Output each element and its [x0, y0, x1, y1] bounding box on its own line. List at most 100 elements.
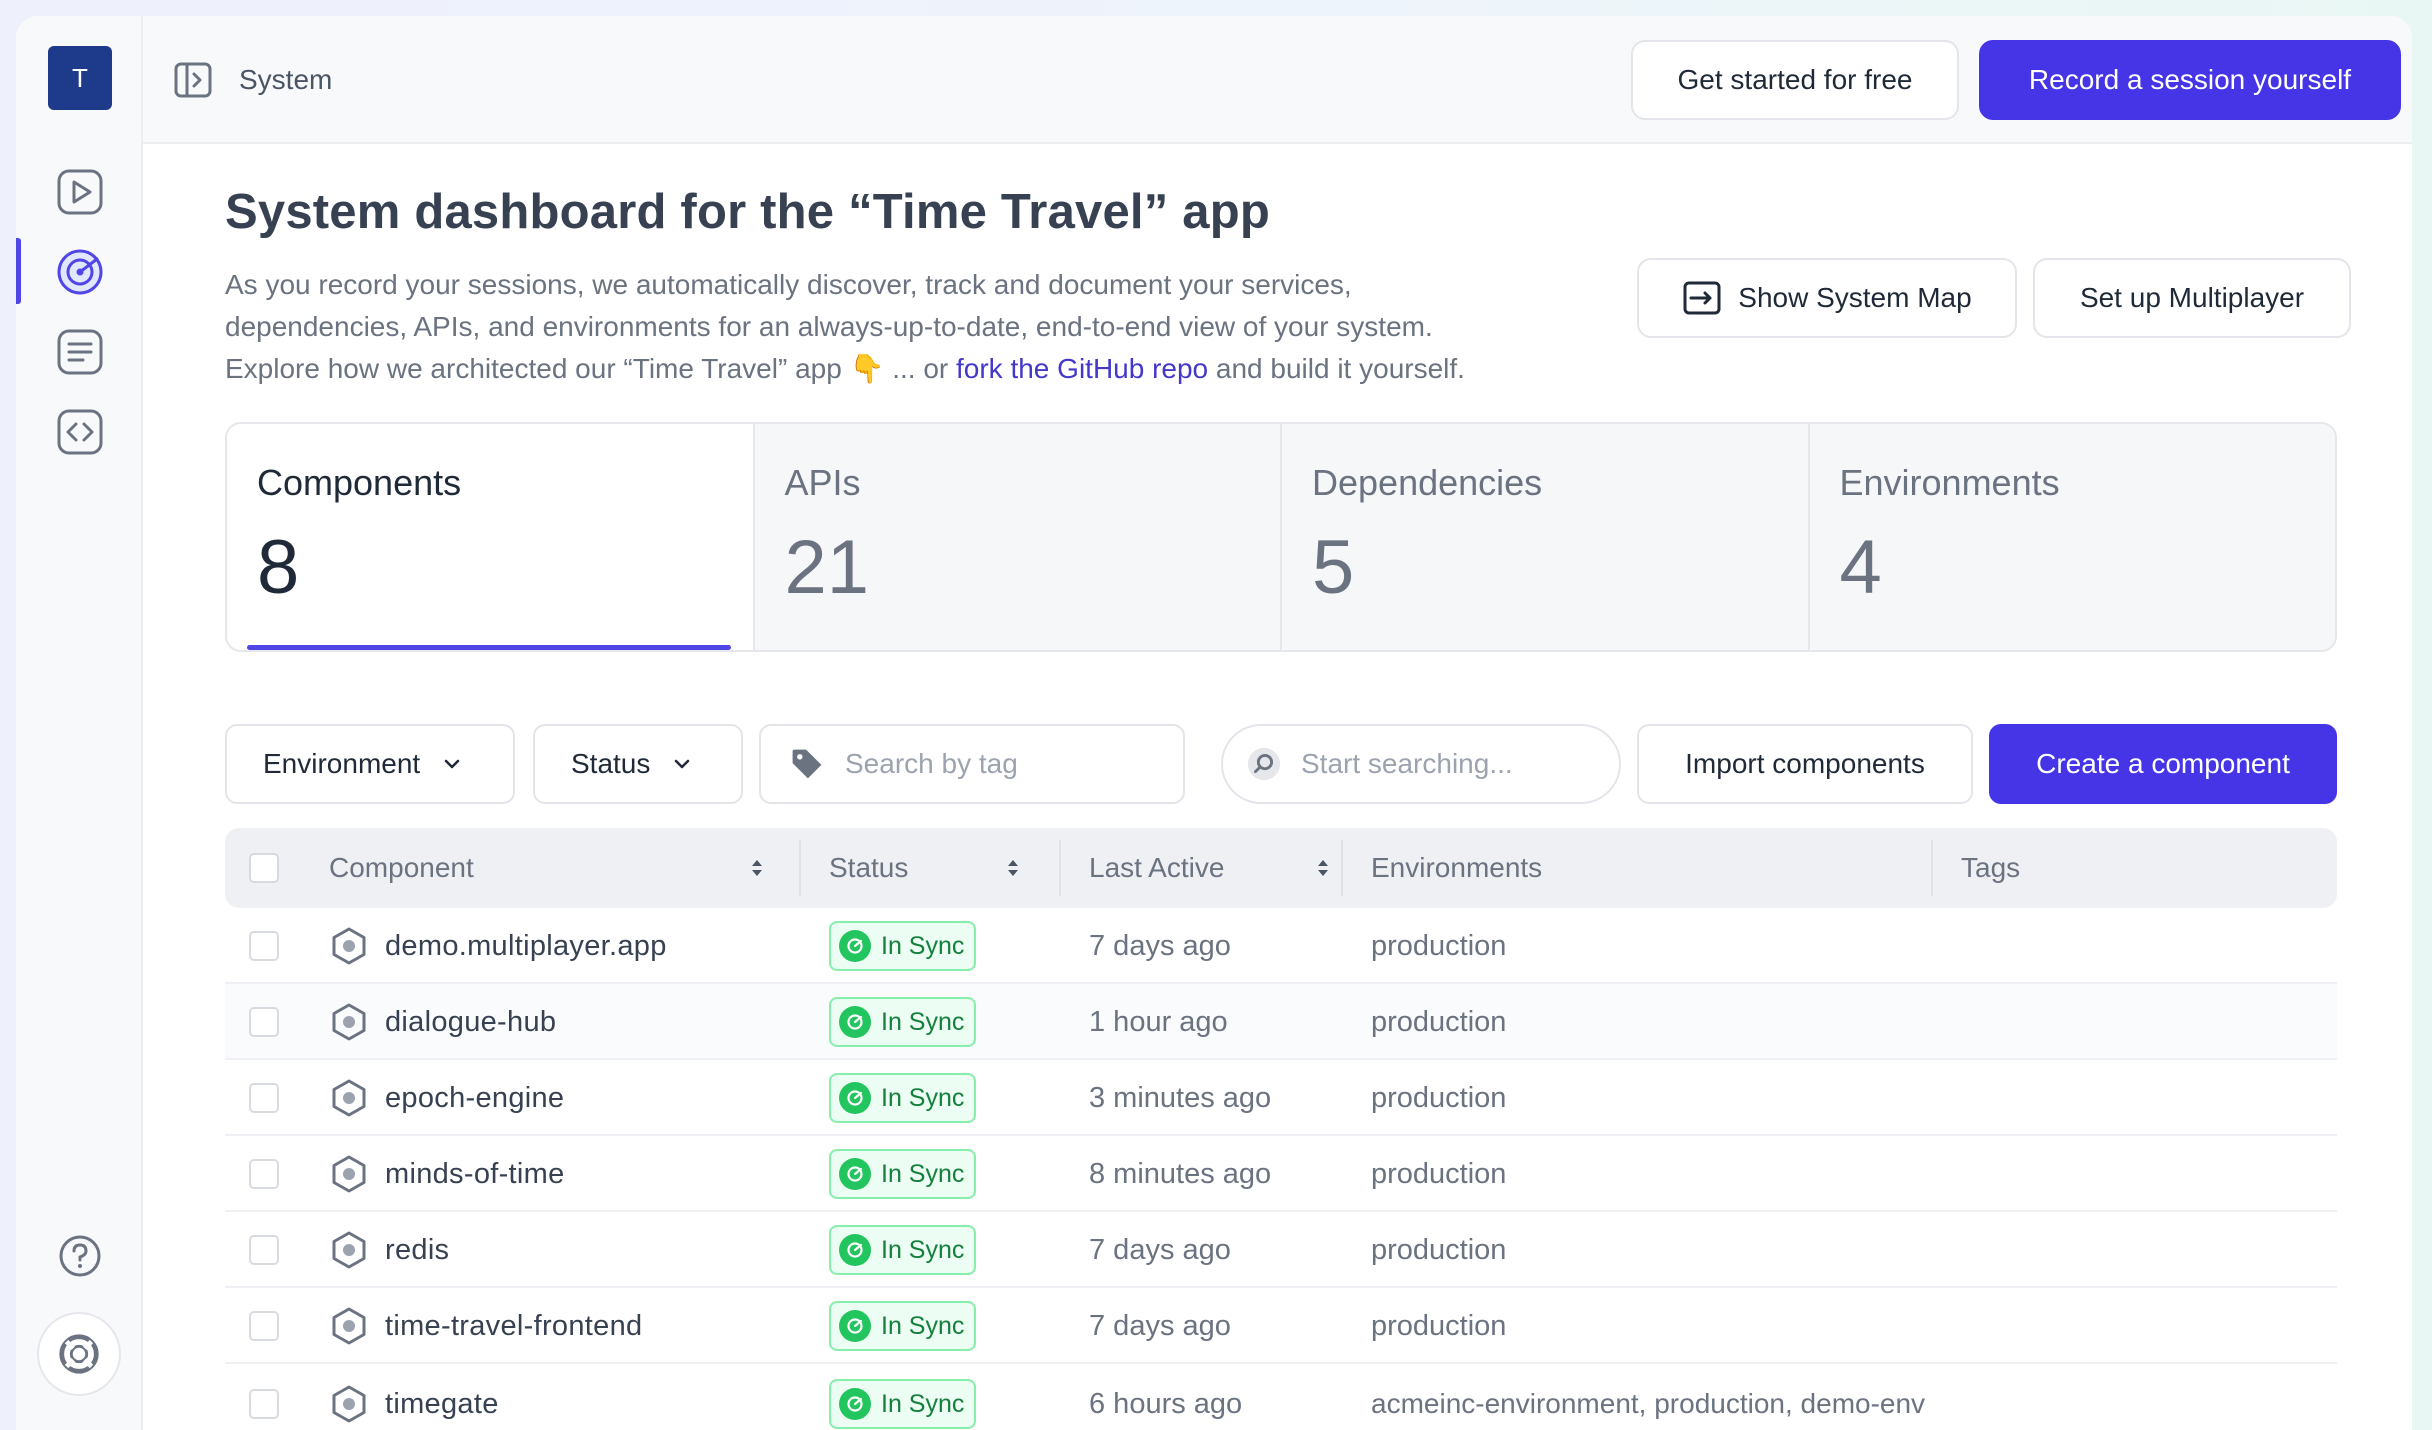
- sidebar-item-help[interactable]: [54, 1230, 106, 1282]
- sort-icon: [752, 860, 762, 876]
- component-name[interactable]: demo.multiplayer.app: [385, 930, 667, 963]
- row-checkbox[interactable]: [249, 1083, 279, 1113]
- environments: acmeinc-environment, production, demo-en…: [1371, 1388, 1926, 1419]
- component-icon: [332, 1079, 366, 1117]
- last-active: 7 days ago: [1089, 1233, 1231, 1266]
- column-tags: Tags: [1961, 852, 2021, 883]
- last-active: 7 days ago: [1089, 1309, 1231, 1342]
- sidebar-item-code[interactable]: [54, 406, 106, 458]
- component-icon: [332, 1307, 366, 1345]
- component-cell[interactable]: time-travel-frontend: [329, 1288, 642, 1364]
- table-header: Component Status Last Active Environment…: [225, 828, 2337, 908]
- component-cell[interactable]: epoch-engine: [329, 1060, 564, 1136]
- component-icon: [332, 1155, 366, 1193]
- last-active: 6 hours ago: [1089, 1387, 1243, 1420]
- select-all-checkbox[interactable]: [249, 853, 279, 883]
- component-name[interactable]: redis: [385, 1234, 449, 1267]
- row-checkbox[interactable]: [249, 1311, 279, 1341]
- sync-icon: [839, 1388, 871, 1420]
- sidebar-item-sessions[interactable]: [54, 166, 106, 218]
- last-active: 7 days ago: [1089, 929, 1231, 962]
- breadcrumb: System: [239, 64, 333, 95]
- tab-dependencies[interactable]: Dependencies 5: [1280, 424, 1808, 650]
- component-name[interactable]: epoch-engine: [385, 1082, 564, 1115]
- workspace-avatar[interactable]: T: [48, 46, 112, 110]
- tag-search-input[interactable]: Search by tag: [759, 724, 1185, 804]
- components-table: Component Status Last Active Environment…: [225, 828, 2337, 1430]
- search-icon: [1247, 747, 1281, 781]
- component-icon: [332, 927, 366, 965]
- status-badge: In Sync: [829, 997, 977, 1047]
- environment-dropdown[interactable]: Environment: [225, 724, 515, 804]
- environments: production: [1371, 1081, 1507, 1114]
- tab-apis[interactable]: APIs 21: [752, 424, 1280, 650]
- component-name[interactable]: dialogue-hub: [385, 1006, 556, 1039]
- row-checkbox[interactable]: [249, 1389, 279, 1419]
- import-components-button[interactable]: Import components: [1637, 724, 1973, 804]
- component-icon: [332, 1385, 366, 1423]
- table-row[interactable]: timegate In Sync 6 hours ago acmeinc-enviro…: [225, 1364, 2337, 1430]
- table-body: demo.multiplayer.app In Sync 7 days ago pro…: [225, 908, 2337, 1430]
- support-button[interactable]: [37, 1312, 121, 1396]
- component-name[interactable]: minds-of-time: [385, 1158, 565, 1191]
- search-input[interactable]: Start searching...: [1221, 724, 1621, 804]
- stats-tabs: Components 8 APIs 21 Dependencies 5 Envi…: [225, 422, 2337, 652]
- github-repo-link[interactable]: fork the GitHub repo: [956, 353, 1208, 384]
- column-component[interactable]: Component: [329, 828, 779, 908]
- status-badge: In Sync: [829, 1073, 977, 1123]
- last-active: 8 minutes ago: [1089, 1157, 1272, 1190]
- component-cell[interactable]: timegate: [329, 1364, 499, 1430]
- get-started-button[interactable]: Get started for free: [1631, 40, 1959, 120]
- table-row[interactable]: demo.multiplayer.app In Sync 7 days ago pro…: [225, 908, 2337, 984]
- create-component-button[interactable]: Create a component: [1989, 724, 2337, 804]
- chevron-down-icon: [444, 759, 460, 769]
- system-dashboard-icon: [57, 249, 103, 295]
- column-last-active[interactable]: Last Active: [1089, 828, 1345, 908]
- sidebar-item-notebooks[interactable]: [54, 326, 106, 378]
- row-checkbox[interactable]: [249, 931, 279, 961]
- document-icon: [57, 329, 103, 375]
- sort-icon: [1318, 860, 1328, 876]
- sync-icon: [839, 1006, 871, 1038]
- last-active: 3 minutes ago: [1089, 1081, 1272, 1114]
- environments: production: [1371, 1157, 1507, 1190]
- status-dropdown[interactable]: Status: [533, 724, 743, 804]
- column-environments: Environments: [1371, 852, 1543, 883]
- component-cell[interactable]: minds-of-time: [329, 1136, 565, 1212]
- tab-components[interactable]: Components 8: [227, 424, 753, 650]
- table-row[interactable]: dialogue-hub In Sync 1 hour ago production: [225, 984, 2337, 1060]
- status-badge: In Sync: [829, 1225, 977, 1275]
- environments: production: [1371, 1005, 1507, 1038]
- row-checkbox[interactable]: [249, 1235, 279, 1265]
- environments: production: [1371, 1233, 1507, 1266]
- setup-multiplayer-button[interactable]: Set up Multiplayer: [2033, 258, 2351, 338]
- table-row[interactable]: redis In Sync 7 days ago production: [225, 1212, 2337, 1288]
- row-checkbox[interactable]: [249, 1007, 279, 1037]
- component-name[interactable]: time-travel-frontend: [385, 1310, 642, 1343]
- code-icon: [57, 409, 103, 455]
- table-row[interactable]: time-travel-frontend In Sync 7 days ago pro…: [225, 1288, 2337, 1364]
- environments: production: [1371, 929, 1507, 962]
- column-status[interactable]: Status: [829, 828, 1035, 908]
- tag-icon: [792, 749, 822, 779]
- component-name[interactable]: timegate: [385, 1388, 499, 1421]
- component-cell[interactable]: redis: [329, 1212, 449, 1288]
- component-cell[interactable]: dialogue-hub: [329, 984, 556, 1060]
- row-checkbox[interactable]: [249, 1159, 279, 1189]
- status-badge: In Sync: [829, 1379, 977, 1429]
- table-row[interactable]: epoch-engine In Sync 3 minutes ago producti…: [225, 1060, 2337, 1136]
- sidebar-toggle-icon[interactable]: [173, 60, 213, 100]
- record-session-button[interactable]: Record a session yourself: [1979, 40, 2401, 120]
- tab-environments[interactable]: Environments 4: [1807, 424, 2335, 650]
- status-badge: In Sync: [829, 1149, 977, 1199]
- page-description: As you record your sessions, we automati…: [225, 269, 1465, 384]
- sidebar-item-system[interactable]: [54, 246, 106, 298]
- show-system-map-button[interactable]: Show System Map: [1637, 258, 2017, 338]
- component-cell[interactable]: demo.multiplayer.app: [329, 908, 667, 984]
- sidebar: T: [16, 16, 143, 1430]
- sync-icon: [839, 930, 871, 962]
- component-icon: [332, 1231, 366, 1269]
- table-row[interactable]: minds-of-time In Sync 8 minutes ago product…: [225, 1136, 2337, 1212]
- main-content: System dashboard for the “Time Travel” a…: [143, 144, 2412, 1430]
- sidebar-active-indicator: [16, 238, 21, 304]
